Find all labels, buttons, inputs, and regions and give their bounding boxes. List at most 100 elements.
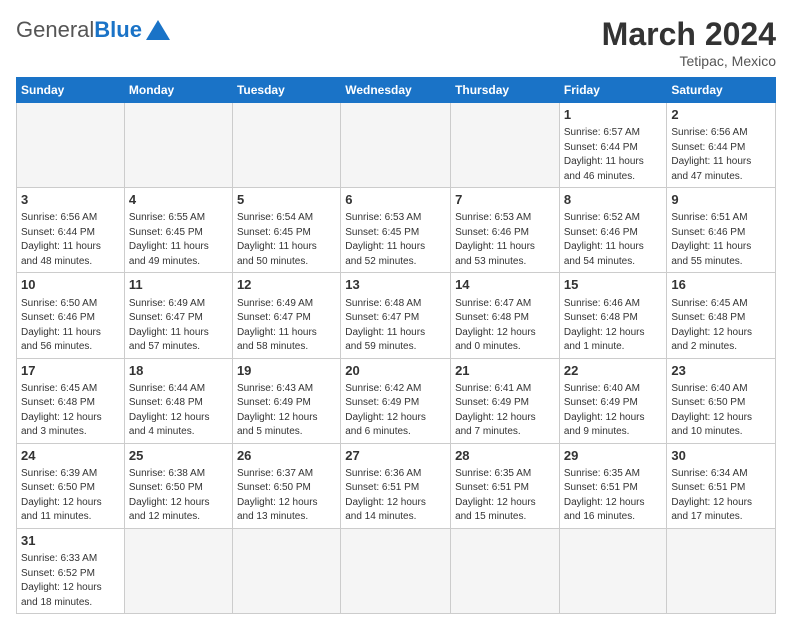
calendar-cell: 24 Sunrise: 6:39 AM Sunset: 6:50 PM Dayli…	[17, 443, 125, 528]
calendar-cell: 10 Sunrise: 6:50 AM Sunset: 6:46 PM Dayli…	[17, 273, 125, 358]
day-number: 3	[21, 191, 120, 209]
calendar-cell: 31 Sunrise: 6:33 AM Sunset: 6:52 PM Dayli…	[17, 528, 125, 613]
calendar-cell: 28Sunrise: 6:35 AM Sunset: 6:51 PM Dayli…	[451, 443, 560, 528]
calendar-week-row: 24 Sunrise: 6:39 AM Sunset: 6:50 PM Dayli…	[17, 443, 776, 528]
weekday-header-friday: Friday	[559, 78, 667, 103]
page-header: GeneralBlue March 2024 Tetipac, Mexico	[16, 16, 776, 69]
day-info: Sunrise: 6:41 AM Sunset: 6:49 PM Dayligh…	[455, 382, 555, 440]
calendar-cell: 18 Sunrise: 6:44 AM Sunset: 6:48 PM Dayli…	[124, 358, 232, 443]
day-number: 18	[129, 362, 228, 380]
day-info: Sunrise: 6:50 AM Sunset: 6:46 PM Dayligh…	[21, 297, 120, 355]
calendar-cell: 6Sunrise: 6:53 AM Sunset: 6:45 PM Daylig…	[341, 188, 451, 273]
day-info: Sunrise: 6:46 AM Sunset: 6:48 PM Dayligh…	[564, 297, 663, 355]
day-number: 15	[564, 276, 663, 294]
logo-blue: Blue	[94, 17, 142, 42]
calendar-week-row: 17Sunrise: 6:45 AM Sunset: 6:48 PM Dayli…	[17, 358, 776, 443]
day-number: 12	[237, 276, 336, 294]
logo-general: General	[16, 17, 94, 42]
day-number: 23	[671, 362, 771, 380]
logo-text: GeneralBlue	[16, 17, 142, 43]
calendar-cell: 30Sunrise: 6:34 AM Sunset: 6:51 PM Dayli…	[667, 443, 776, 528]
calendar-week-row: 10 Sunrise: 6:50 AM Sunset: 6:46 PM Dayli…	[17, 273, 776, 358]
day-info: Sunrise: 6:35 AM Sunset: 6:51 PM Dayligh…	[564, 467, 663, 525]
calendar-cell: 13 Sunrise: 6:48 AM Sunset: 6:47 PM Dayli…	[341, 273, 451, 358]
day-number: 19	[237, 362, 336, 380]
day-info: Sunrise: 6:37 AM Sunset: 6:50 PM Dayligh…	[237, 467, 336, 525]
day-info: Sunrise: 6:51 AM Sunset: 6:46 PM Dayligh…	[671, 211, 771, 269]
day-number: 21	[455, 362, 555, 380]
calendar-cell: 23 Sunrise: 6:40 AM Sunset: 6:50 PM Dayli…	[667, 358, 776, 443]
day-info: Sunrise: 6:52 AM Sunset: 6:46 PM Dayligh…	[564, 211, 663, 269]
day-number: 5	[237, 191, 336, 209]
day-number: 20	[345, 362, 446, 380]
calendar-cell	[341, 103, 451, 188]
day-number: 17	[21, 362, 120, 380]
calendar-cell: 8 Sunrise: 6:52 AM Sunset: 6:46 PM Daylig…	[559, 188, 667, 273]
weekday-header-thursday: Thursday	[451, 78, 560, 103]
day-info: Sunrise: 6:38 AM Sunset: 6:50 PM Dayligh…	[129, 467, 228, 525]
weekday-header-saturday: Saturday	[667, 78, 776, 103]
calendar-cell	[17, 103, 125, 188]
calendar-cell: 29 Sunrise: 6:35 AM Sunset: 6:51 PM Dayli…	[559, 443, 667, 528]
day-info: Sunrise: 6:42 AM Sunset: 6:49 PM Dayligh…	[345, 382, 446, 440]
day-info: Sunrise: 6:40 AM Sunset: 6:49 PM Dayligh…	[564, 382, 663, 440]
day-info: Sunrise: 6:56 AM Sunset: 6:44 PM Dayligh…	[671, 126, 771, 184]
calendar-cell: 27Sunrise: 6:36 AM Sunset: 6:51 PM Dayli…	[341, 443, 451, 528]
day-number: 25	[129, 447, 228, 465]
weekday-header-tuesday: Tuesday	[232, 78, 340, 103]
day-info: Sunrise: 6:57 AM Sunset: 6:44 PM Dayligh…	[564, 126, 663, 184]
day-number: 26	[237, 447, 336, 465]
calendar-cell: 25 Sunrise: 6:38 AM Sunset: 6:50 PM Dayli…	[124, 443, 232, 528]
weekday-header-monday: Monday	[124, 78, 232, 103]
day-info: Sunrise: 6:53 AM Sunset: 6:45 PM Dayligh…	[345, 211, 446, 269]
day-number: 14	[455, 276, 555, 294]
day-info: Sunrise: 6:39 AM Sunset: 6:50 PM Dayligh…	[21, 467, 120, 525]
day-info: Sunrise: 6:48 AM Sunset: 6:47 PM Dayligh…	[345, 297, 446, 355]
calendar-cell	[341, 528, 451, 613]
day-info: Sunrise: 6:36 AM Sunset: 6:51 PM Dayligh…	[345, 467, 446, 525]
calendar-cell: 5 Sunrise: 6:54 AM Sunset: 6:45 PM Daylig…	[232, 188, 340, 273]
day-info: Sunrise: 6:49 AM Sunset: 6:47 PM Dayligh…	[237, 297, 336, 355]
title-block: March 2024 Tetipac, Mexico	[602, 16, 776, 69]
day-info: Sunrise: 6:35 AM Sunset: 6:51 PM Dayligh…	[455, 467, 555, 525]
day-number: 11	[129, 276, 228, 294]
calendar-week-row: 31 Sunrise: 6:33 AM Sunset: 6:52 PM Dayli…	[17, 528, 776, 613]
calendar-cell: 15 Sunrise: 6:46 AM Sunset: 6:48 PM Dayli…	[559, 273, 667, 358]
calendar-week-row: 1Sunrise: 6:57 AM Sunset: 6:44 PM Daylig…	[17, 103, 776, 188]
day-info: Sunrise: 6:49 AM Sunset: 6:47 PM Dayligh…	[129, 297, 228, 355]
day-number: 13	[345, 276, 446, 294]
day-number: 2	[671, 106, 771, 124]
calendar-cell	[232, 103, 340, 188]
day-info: Sunrise: 6:33 AM Sunset: 6:52 PM Dayligh…	[21, 552, 120, 610]
day-number: 24	[21, 447, 120, 465]
day-number: 29	[564, 447, 663, 465]
calendar-cell: 9 Sunrise: 6:51 AM Sunset: 6:46 PM Daylig…	[667, 188, 776, 273]
day-number: 22	[564, 362, 663, 380]
location: Tetipac, Mexico	[602, 53, 776, 69]
calendar-cell	[232, 528, 340, 613]
weekday-header-sunday: Sunday	[17, 78, 125, 103]
day-info: Sunrise: 6:53 AM Sunset: 6:46 PM Dayligh…	[455, 211, 555, 269]
calendar-cell	[559, 528, 667, 613]
day-info: Sunrise: 6:45 AM Sunset: 6:48 PM Dayligh…	[671, 297, 771, 355]
calendar-cell: 2 Sunrise: 6:56 AM Sunset: 6:44 PM Daylig…	[667, 103, 776, 188]
calendar-cell: 21 Sunrise: 6:41 AM Sunset: 6:49 PM Dayli…	[451, 358, 560, 443]
weekday-header-wednesday: Wednesday	[341, 78, 451, 103]
day-number: 31	[21, 532, 120, 550]
day-info: Sunrise: 6:44 AM Sunset: 6:48 PM Dayligh…	[129, 382, 228, 440]
weekday-header-row: SundayMondayTuesdayWednesdayThursdayFrid…	[17, 78, 776, 103]
logo: GeneralBlue	[16, 16, 172, 44]
month-year: March 2024	[602, 16, 776, 53]
day-info: Sunrise: 6:54 AM Sunset: 6:45 PM Dayligh…	[237, 211, 336, 269]
calendar-cell	[451, 528, 560, 613]
day-number: 7	[455, 191, 555, 209]
day-info: Sunrise: 6:47 AM Sunset: 6:48 PM Dayligh…	[455, 297, 555, 355]
calendar-cell: 17Sunrise: 6:45 AM Sunset: 6:48 PM Dayli…	[17, 358, 125, 443]
calendar-cell: 12 Sunrise: 6:49 AM Sunset: 6:47 PM Dayli…	[232, 273, 340, 358]
day-number: 8	[564, 191, 663, 209]
calendar-cell: 26 Sunrise: 6:37 AM Sunset: 6:50 PM Dayli…	[232, 443, 340, 528]
day-info: Sunrise: 6:40 AM Sunset: 6:50 PM Dayligh…	[671, 382, 771, 440]
day-number: 16	[671, 276, 771, 294]
day-number: 9	[671, 191, 771, 209]
day-number: 10	[21, 276, 120, 294]
